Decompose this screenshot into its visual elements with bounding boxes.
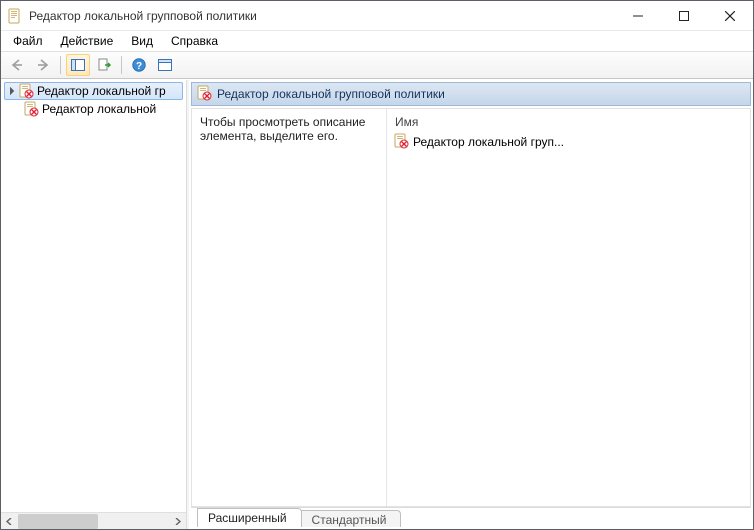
export-list-button[interactable]: [92, 54, 116, 76]
scroll-left-arrow-icon[interactable]: [1, 513, 18, 530]
console-tree-pane: Редактор локальной гр Редактор локальной: [1, 80, 187, 529]
menu-bar: Файл Действие Вид Справка: [1, 31, 753, 51]
menu-action[interactable]: Действие: [52, 33, 123, 49]
menu-help[interactable]: Справка: [162, 33, 227, 49]
tab-extended[interactable]: Расширенный: [197, 508, 302, 527]
tree-node-label: Редактор локальной гр: [37, 84, 166, 98]
menu-view[interactable]: Вид: [122, 33, 162, 49]
minimize-button[interactable]: [615, 1, 661, 30]
help-button[interactable]: ?: [127, 54, 151, 76]
tree-node-label: Редактор локальной: [42, 102, 156, 116]
policy-icon: [23, 101, 39, 117]
details-pane: Редактор локальной групповой политики Чт…: [187, 80, 753, 529]
tree-root-node[interactable]: Редактор локальной гр: [4, 82, 183, 100]
window-title: Редактор локальной групповой политики: [29, 9, 615, 23]
details-body: Чтобы просмотреть описание элемента, выд…: [191, 108, 751, 507]
description-text: Чтобы просмотреть описание элемента, выд…: [200, 115, 378, 143]
scroll-right-arrow-icon[interactable]: [169, 513, 186, 530]
policy-icon: [393, 133, 409, 152]
window-controls: [615, 1, 753, 30]
content-area: Редактор локальной гр Редактор локальной…: [1, 79, 753, 529]
console-tree[interactable]: Редактор локальной гр Редактор локальной: [1, 80, 186, 512]
show-hide-tree-button[interactable]: [66, 54, 90, 76]
policy-icon: [196, 85, 212, 104]
maximize-button[interactable]: [661, 1, 707, 30]
close-button[interactable]: [707, 1, 753, 30]
svg-text:?: ?: [136, 61, 142, 72]
view-tabs: Расширенный Стандартный: [191, 507, 751, 527]
description-column: Чтобы просмотреть описание элемента, выд…: [192, 109, 387, 506]
list-item-label: Редактор локальной груп...: [413, 135, 564, 149]
toolbar-separator: [60, 56, 61, 74]
list-item[interactable]: Редактор локальной груп...: [393, 133, 744, 151]
sidebar-horizontal-scrollbar[interactable]: [1, 512, 186, 529]
toolbar: ?: [1, 51, 753, 79]
title-bar: Редактор локальной групповой политики: [1, 1, 753, 31]
forward-button[interactable]: [31, 54, 55, 76]
back-button[interactable]: [5, 54, 29, 76]
details-header: Редактор локальной групповой политики: [191, 82, 751, 106]
list-column: Имя Редактор локальной груп...: [387, 109, 750, 506]
toolbar-separator: [121, 56, 122, 74]
scrollbar-track[interactable]: [18, 513, 169, 529]
app-icon: [7, 8, 23, 24]
tab-standard[interactable]: Стандартный: [301, 510, 402, 527]
details-header-title: Редактор локальной групповой политики: [217, 87, 445, 101]
show-hide-console-tree-button[interactable]: [153, 54, 177, 76]
menu-file[interactable]: Файл: [4, 33, 52, 49]
column-header-name[interactable]: Имя: [393, 113, 744, 133]
collapse-toggle-icon[interactable]: [6, 87, 15, 96]
policy-icon: [18, 83, 34, 99]
scrollbar-thumb[interactable]: [18, 514, 98, 529]
tree-child-node[interactable]: Редактор локальной: [1, 100, 186, 118]
